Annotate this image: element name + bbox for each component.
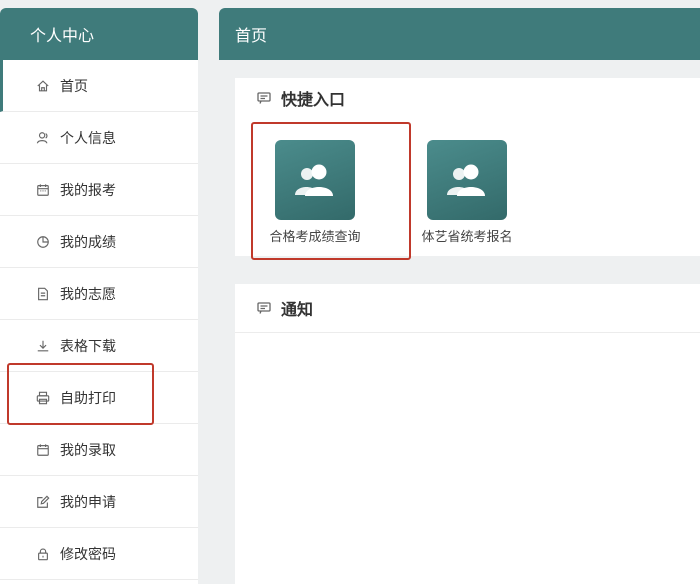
quick-entry-label: 合格考成绩查询 bbox=[269, 230, 361, 245]
quick-entry-label: 体艺省统考报名 bbox=[421, 230, 513, 245]
users-icon bbox=[295, 164, 333, 196]
sidebar-item-registration[interactable]: 我的报考 bbox=[0, 164, 198, 216]
sidebar-item-self-print[interactable]: 自助打印 bbox=[0, 372, 198, 424]
sidebar-item-label: 我的报考 bbox=[60, 182, 116, 199]
sidebar-title: 个人中心 bbox=[0, 8, 198, 60]
quick-entry-item-exam-score[interactable]: 合格考成绩查询 bbox=[235, 122, 395, 256]
sidebar-item-label: 我的志愿 bbox=[60, 286, 116, 303]
notice-divider bbox=[235, 332, 700, 333]
users-icon bbox=[447, 164, 485, 196]
calendar-icon bbox=[36, 183, 50, 197]
document-icon bbox=[36, 287, 50, 301]
sidebar-item-home[interactable]: 首页 bbox=[0, 60, 198, 112]
quick-entry-list: 合格考成绩查询 体艺省统考报名 bbox=[235, 122, 700, 256]
printer-icon bbox=[36, 391, 50, 405]
home-icon bbox=[36, 79, 50, 93]
page: 个人中心 首页 个人信息 我的报考 我的成绩 我的志愿 表格下载 自助打印 我的… bbox=[0, 0, 700, 584]
notice-panel: 通知 bbox=[235, 284, 700, 584]
download-icon bbox=[36, 339, 50, 353]
page-title: 首页 bbox=[219, 8, 700, 60]
pie-chart-icon bbox=[36, 235, 50, 249]
quick-entry-panel: 快捷入口 合格考成绩查询 体艺省统考报名 bbox=[235, 78, 700, 256]
quick-entry-tile[interactable] bbox=[427, 140, 507, 220]
sidebar-item-applications[interactable]: 我的申请 bbox=[0, 476, 198, 528]
message-icon bbox=[257, 92, 271, 104]
sidebar-item-label: 我的录取 bbox=[60, 442, 116, 459]
main-content: 首页 快捷入口 合格考成绩查询 体艺省统考报名 通知 bbox=[219, 8, 700, 584]
sidebar-item-wishes[interactable]: 我的志愿 bbox=[0, 268, 198, 320]
calendar-check-icon bbox=[36, 443, 50, 457]
sidebar-item-label: 修改密码 bbox=[60, 546, 116, 563]
sidebar-item-profile[interactable]: 个人信息 bbox=[0, 112, 198, 164]
message-icon bbox=[257, 302, 271, 314]
sidebar-item-downloads[interactable]: 表格下载 bbox=[0, 320, 198, 372]
notice-title: 通知 bbox=[235, 284, 700, 332]
quick-entry-item-art-exam-signup[interactable]: 体艺省统考报名 bbox=[387, 122, 547, 256]
sidebar: 个人中心 首页 个人信息 我的报考 我的成绩 我的志愿 表格下载 自助打印 我的… bbox=[0, 8, 198, 584]
quick-entry-title-text: 快捷入口 bbox=[281, 90, 346, 109]
edit-icon bbox=[36, 495, 50, 509]
sidebar-item-scores[interactable]: 我的成绩 bbox=[0, 216, 198, 268]
sidebar-item-label: 我的成绩 bbox=[60, 234, 116, 251]
notice-title-text: 通知 bbox=[281, 300, 314, 319]
sidebar-item-label: 我的申请 bbox=[60, 494, 116, 511]
lock-icon bbox=[36, 547, 50, 561]
sidebar-menu: 首页 个人信息 我的报考 我的成绩 我的志愿 表格下载 自助打印 我的录取 我的… bbox=[0, 60, 198, 580]
sidebar-item-label: 首页 bbox=[60, 78, 88, 95]
quick-entry-title: 快捷入口 bbox=[235, 78, 700, 118]
sidebar-item-label: 个人信息 bbox=[60, 130, 116, 147]
user-icon bbox=[36, 131, 50, 145]
sidebar-item-admission[interactable]: 我的录取 bbox=[0, 424, 198, 476]
sidebar-item-label: 自助打印 bbox=[60, 390, 116, 407]
quick-entry-tile[interactable] bbox=[275, 140, 355, 220]
sidebar-item-change-password[interactable]: 修改密码 bbox=[0, 528, 198, 580]
sidebar-item-label: 表格下载 bbox=[60, 338, 116, 355]
